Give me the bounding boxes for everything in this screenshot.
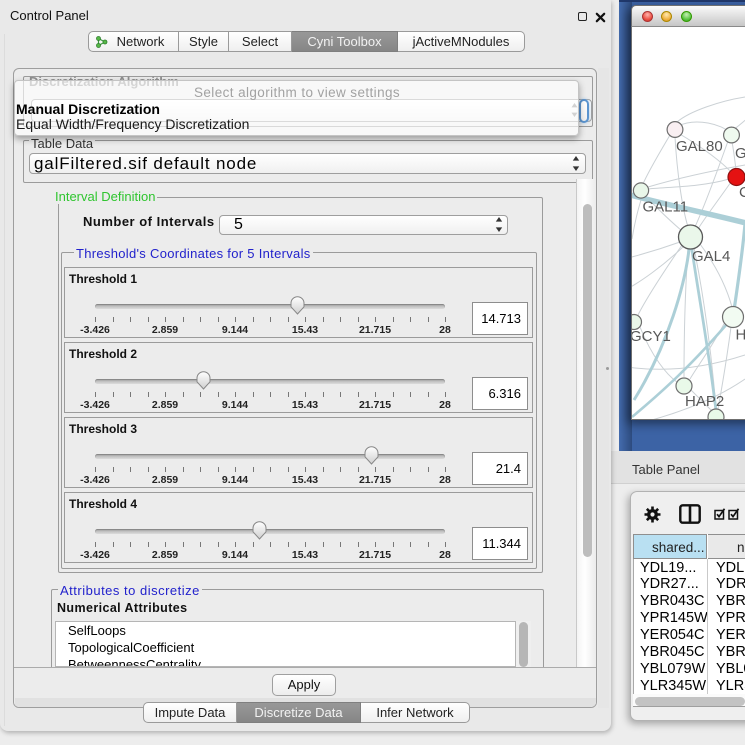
svg-text:C: C: [739, 184, 745, 201]
svg-text:GAL80: GAL80: [676, 138, 723, 155]
svg-text:GAL4: GAL4: [692, 248, 730, 265]
svg-text:H: H: [736, 327, 745, 344]
svg-text:GCY1: GCY1: [632, 328, 671, 345]
svg-text:HAP2: HAP2: [685, 393, 724, 410]
svg-text:G: G: [735, 145, 745, 162]
svg-text:GAL11: GAL11: [643, 199, 689, 216]
